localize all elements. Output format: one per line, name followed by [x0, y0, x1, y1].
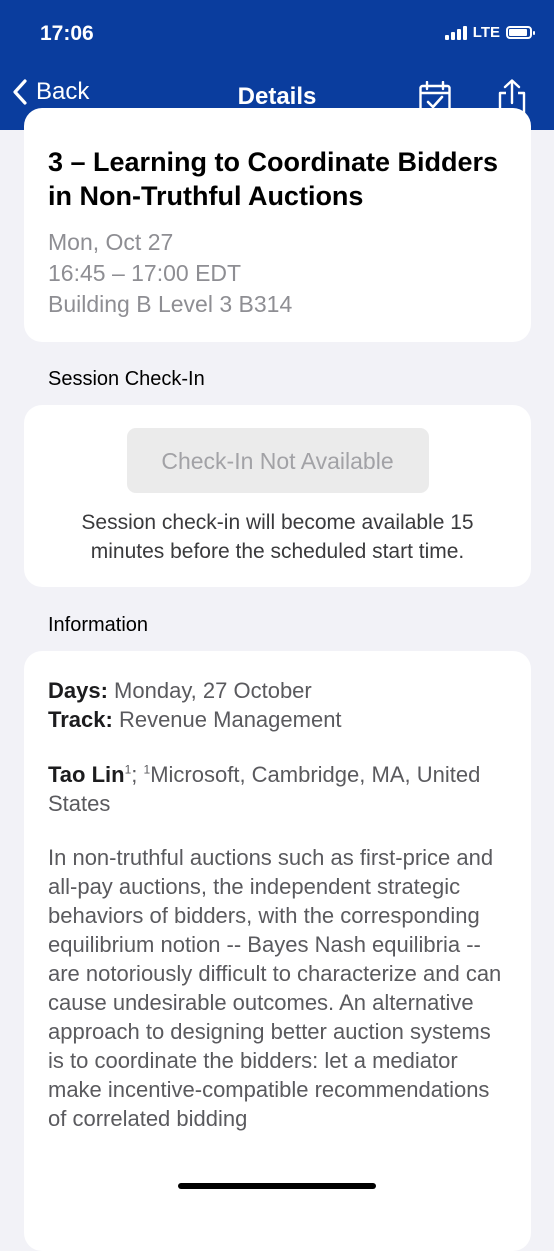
status-indicators: LTE [444, 24, 535, 41]
event-summary-card: 3 – Learning to Coordinate Bidders in No… [24, 108, 531, 342]
author-name: Tao Lin [48, 762, 125, 787]
status-time: 17:06 [40, 22, 94, 45]
event-title: 3 – Learning to Coordinate Bidders in No… [48, 147, 499, 211]
checkin-button[interactable]: Check-In Not Available [126, 428, 429, 493]
information-section-label: Information [48, 614, 149, 636]
event-location: Building B Level 3 B314 [48, 291, 293, 317]
track-line: Track: Revenue Management [48, 705, 507, 734]
checkin-section-label: Session Check-In [48, 368, 205, 390]
days-label: Days: [48, 678, 108, 703]
abstract-text: In non-truthful auctions such as first-p… [48, 845, 502, 1131]
checkin-card: Check-In Not Available Session check-in … [24, 405, 531, 587]
days-value: Monday, 27 October [114, 678, 312, 703]
author-line: Tao Lin1; 1Microsoft, Cambridge, MA, Uni… [48, 760, 507, 818]
event-meta: Mon, Oct 27 16:45 – 17:00 EDT Building B… [48, 227, 507, 320]
signal-icon [444, 25, 467, 40]
checkin-note: Session check-in will become available 1… [81, 511, 474, 563]
author-separator: ; [131, 762, 144, 787]
track-value: Revenue Management [118, 707, 342, 732]
track-label: Track: [48, 707, 113, 732]
information-card: Days: Monday, 27 October Track: Revenue … [24, 651, 531, 1251]
days-line: Days: Monday, 27 October [48, 676, 507, 705]
battery-icon [506, 26, 535, 39]
event-time: 16:45 – 17:00 EDT [48, 260, 242, 286]
event-date: Mon, Oct 27 [48, 229, 174, 255]
home-indicator [178, 1183, 376, 1189]
page-title: Details [237, 83, 317, 110]
network-label: LTE [472, 24, 500, 41]
